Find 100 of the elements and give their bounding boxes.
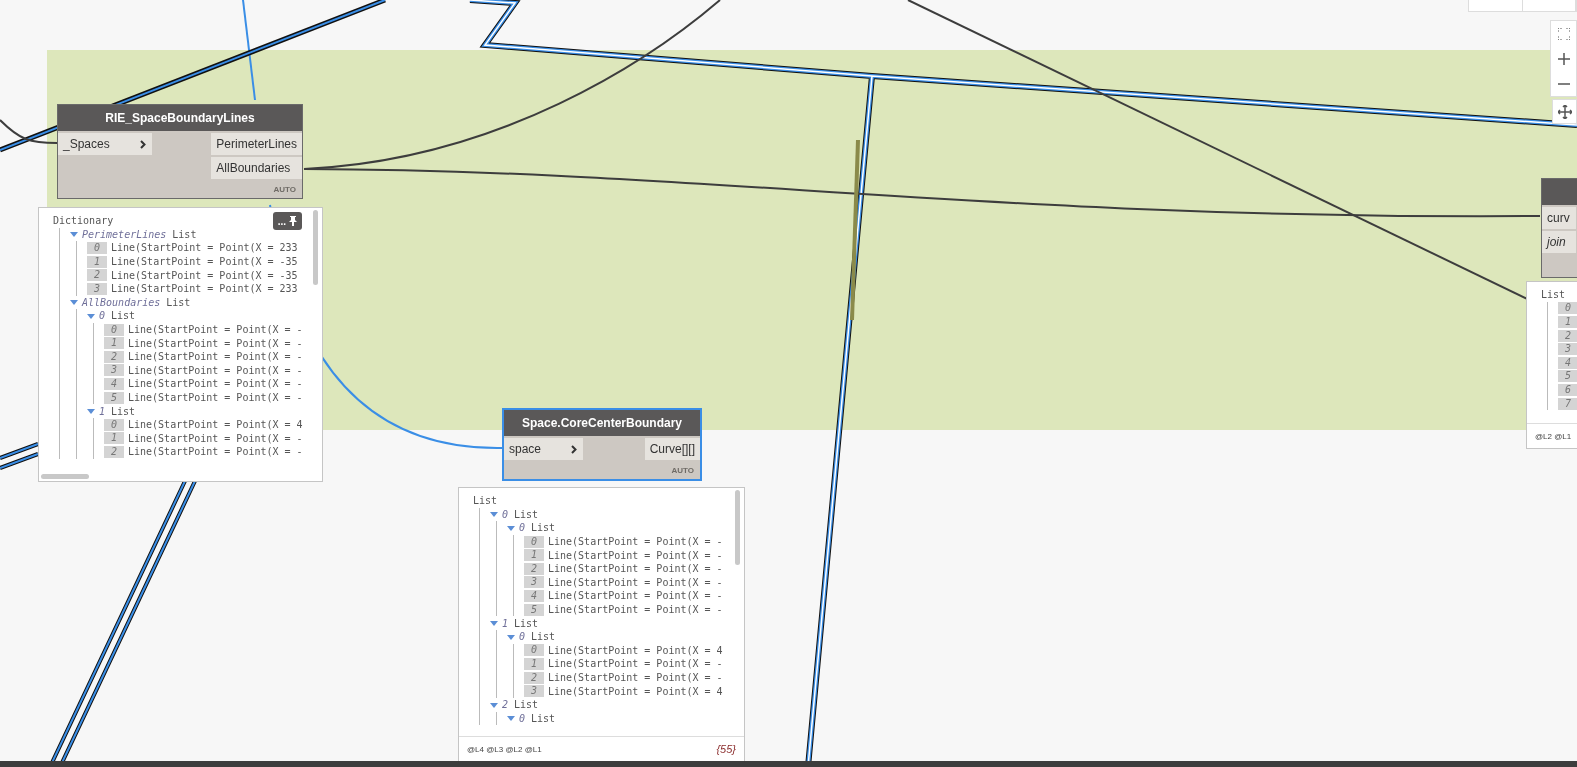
value-text: Line(StartPoint = Point(X = - — [128, 364, 303, 376]
index-label: 4 — [1558, 356, 1577, 369]
index-label: 0 — [524, 644, 544, 657]
expand-caret-icon[interactable] — [507, 633, 515, 640]
index-label: 0 — [104, 323, 124, 336]
index-label: 1 — [104, 432, 124, 445]
node-title: Space.CoreCenterBoundary — [521, 416, 682, 430]
scrollbar[interactable] — [735, 490, 740, 565]
list-label: 0 List — [519, 522, 556, 534]
node[interactable]: Space.CoreCenterBoundary space Curve[][] AUTO — [502, 408, 702, 481]
node[interactable]: curv join — [1541, 178, 1577, 278]
index-label: 5 — [104, 391, 124, 404]
index-label: 4 — [524, 589, 544, 602]
value-text: Line(StartPoint = Point(X = - — [128, 432, 303, 444]
value-text: Line(StartPoint = Point(X = 4 — [128, 419, 303, 431]
list-levels: @L4 @L3 @L2 @L1 — [467, 744, 542, 754]
index-label: 3 — [524, 685, 544, 698]
root-label: List — [1541, 289, 1566, 301]
scrollbar[interactable] — [313, 210, 318, 285]
list-label: AllBoundaries List — [82, 296, 191, 308]
index-label: 0 — [524, 535, 544, 548]
move-icon — [1557, 104, 1572, 119]
value-text: Line(StartPoint = Point(X = - — [128, 378, 303, 390]
expand-caret-icon[interactable] — [507, 715, 515, 722]
scrollbar[interactable] — [41, 474, 89, 479]
list-label: 0 List — [99, 310, 136, 322]
index-label: 2 — [104, 445, 124, 458]
index-label: 2 — [524, 562, 544, 575]
index-label: 0 — [1558, 302, 1577, 315]
expand-caret-icon[interactable] — [490, 701, 498, 708]
expand-caret-icon[interactable] — [87, 312, 95, 319]
index-label: 1 — [104, 337, 124, 350]
value-text: Line(StartPoint = Point(X = -35 — [111, 269, 298, 281]
index-label: 1 — [524, 549, 544, 562]
index-label: 1 — [524, 657, 544, 670]
index-label: 1 — [87, 255, 107, 268]
value-text: Line(StartPoint = Point(X = - — [128, 351, 303, 363]
index-label: 3 — [524, 576, 544, 589]
index-label: 4 — [104, 377, 124, 390]
value-text: Line(StartPoint = Point(X = -35 — [111, 256, 298, 268]
item-count: {55} — [716, 743, 736, 755]
value-text: Line(StartPoint = Point(X = - — [548, 672, 723, 683]
pin-button[interactable]: ... — [272, 212, 302, 230]
index-label: 2 — [524, 671, 544, 684]
index-label: 3 — [104, 364, 124, 377]
index-label: 2 — [1558, 329, 1577, 342]
value-text: Line(StartPoint = Point(X = - — [548, 590, 723, 602]
index-label: 2 — [104, 350, 124, 363]
value-text: Line(StartPoint = Point(X = - — [548, 536, 723, 548]
value-text: Line(StartPoint = Point(X = 233 — [111, 242, 298, 254]
expand-caret-icon[interactable] — [70, 231, 78, 238]
list-label: 0 List — [519, 631, 556, 643]
root-label: Dictionary — [53, 215, 114, 227]
pin-icon — [289, 216, 297, 226]
value-text: Line(StartPoint = Point(X = - — [128, 324, 303, 336]
list-label: 2 List — [502, 699, 539, 711]
value-text: Line(StartPoint = Point(X = - — [548, 563, 723, 575]
value-text: Line(StartPoint = Point(X = - — [128, 392, 303, 403]
list-levels: @L2 @L1 — [1535, 431, 1572, 441]
index-label: 6 — [1558, 383, 1577, 396]
value-text: Line(StartPoint = Point(X = - — [548, 576, 723, 588]
input-port[interactable]: join — [1542, 231, 1576, 253]
lacing-label: AUTO — [670, 465, 695, 477]
value-text: Line(StartPoint = Point(X = 233 — [111, 283, 298, 295]
output-port[interactable]: Curve[][] — [644, 438, 700, 460]
list-label: 0 List — [519, 712, 556, 724]
expand-caret-icon[interactable] — [507, 525, 515, 531]
index-label: 0 — [87, 242, 107, 254]
chevron-icon — [139, 139, 146, 149]
value-text: Line(StartPoint = Point(X = - — [128, 337, 303, 349]
chevron-icon — [571, 444, 578, 454]
expand-caret-icon[interactable] — [70, 299, 78, 306]
index-label: 2 — [87, 269, 107, 282]
pan-button[interactable] — [1552, 99, 1577, 124]
lacing-label: AUTO — [272, 184, 297, 196]
list-label: PerimeterLines List — [82, 228, 197, 240]
value-text: Line(StartPoint = Point(X = 4 — [548, 644, 723, 656]
expand-caret-icon[interactable] — [87, 408, 95, 415]
input-port[interactable]: _Spaces — [58, 133, 152, 155]
list-label: 0 List — [502, 508, 539, 520]
root-label: List — [473, 495, 498, 507]
value-text: Line(StartPoint = Point(X = 4 — [548, 685, 723, 697]
expand-caret-icon[interactable] — [490, 620, 498, 627]
value-text: Line(StartPoint = Point(X = - — [548, 604, 723, 616]
index-label: 7 — [1558, 397, 1577, 410]
output-port[interactable]: PerimeterLines — [211, 133, 302, 155]
index-label: 5 — [524, 603, 544, 616]
index-label: 5 — [1558, 370, 1577, 383]
list-label: 1 List — [99, 405, 136, 417]
input-port[interactable]: space — [504, 438, 584, 460]
index-label: 0 — [104, 418, 124, 431]
index-label: 3 — [1558, 343, 1577, 356]
node-title: RIE_SpaceBoundaryLines — [105, 111, 255, 125]
list-label: 1 List — [502, 617, 539, 629]
plus-icon — [1557, 52, 1570, 65]
node[interactable]: RIE_SpaceBoundaryLines _Spaces PerimeterLines AllBoundaries AUTO — [57, 104, 303, 199]
output-port[interactable]: AllBoundaries — [211, 157, 302, 179]
index-label: 3 — [87, 282, 107, 295]
input-port[interactable]: curv — [1542, 207, 1576, 229]
expand-caret-icon[interactable] — [490, 511, 498, 518]
